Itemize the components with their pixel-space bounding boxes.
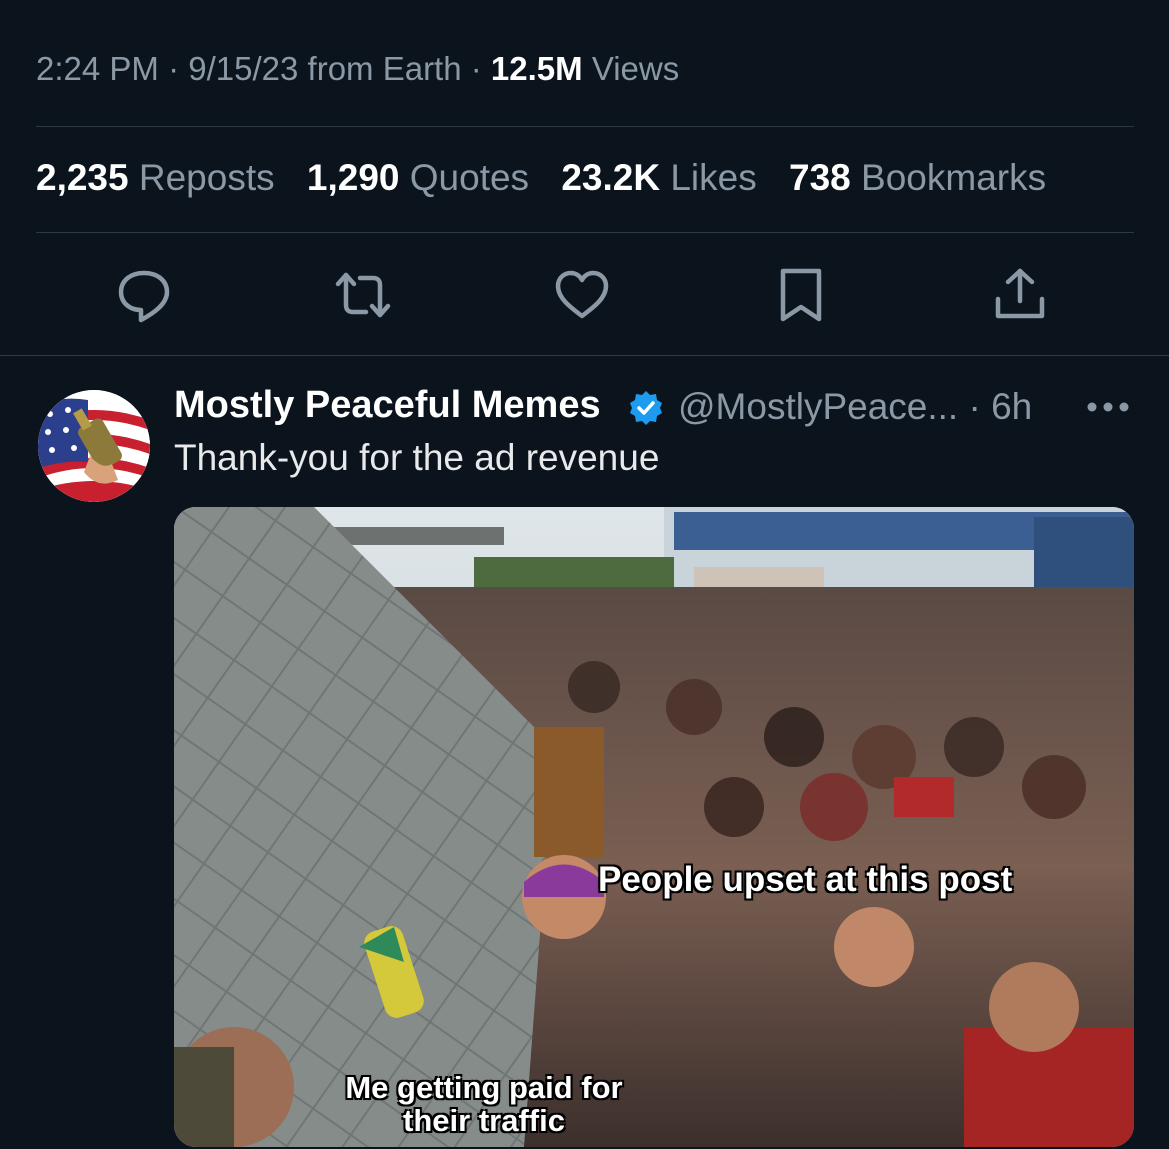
reply-button[interactable]: [111, 262, 177, 328]
verified-badge-icon: [630, 391, 662, 425]
avatar[interactable]: [38, 390, 150, 502]
bookmark-button[interactable]: [768, 262, 834, 328]
meme-photo: [174, 507, 1134, 1147]
bookmark-icon: [780, 268, 822, 322]
divider: [0, 355, 1169, 356]
divider: [36, 232, 1134, 233]
views-label: Views: [591, 50, 680, 87]
tweet-date[interactable]: 9/15/23: [188, 50, 298, 87]
display-name[interactable]: Mostly Peaceful Memes: [174, 384, 601, 427]
bookmarks-stat[interactable]: 738 Bookmarks: [789, 157, 1046, 198]
tweet-text: Thank-you for the ad revenue: [174, 437, 660, 478]
handle-separator: ·: [968, 386, 992, 427]
tweet-media[interactable]: People upset at this post Me getting pai…: [174, 507, 1134, 1147]
action-bar: [0, 262, 1169, 328]
flag-logo-image: [38, 390, 150, 502]
tweet-meta: 2:24 PM · 9/15/23 from Earth · 12.5M Vie…: [36, 50, 679, 88]
like-button[interactable]: [549, 262, 615, 328]
like-icon: [555, 270, 609, 319]
caption-top: People upset at this post: [598, 860, 1013, 899]
reply-icon: [118, 270, 170, 323]
repost-button[interactable]: [330, 262, 396, 328]
likes-stat[interactable]: 23.2K Likes: [561, 157, 756, 198]
tweet-time: 2:24 PM: [36, 50, 159, 87]
tweet-source: from Earth: [307, 50, 462, 87]
quotes-stat[interactable]: 1,290 Quotes: [307, 157, 529, 198]
share-icon: [995, 268, 1045, 319]
share-button[interactable]: [987, 262, 1053, 328]
more-options-icon[interactable]: [1086, 400, 1130, 414]
handle-and-age: @MostlyPeace... · 6h: [678, 386, 1032, 428]
meta-separator: ·: [168, 50, 189, 87]
divider: [36, 126, 1134, 127]
caption-bottom: Me getting paid for their traffic: [345, 1070, 623, 1138]
reposts-stat[interactable]: 2,235 Reposts: [36, 157, 275, 198]
meta-separator: ·: [470, 50, 491, 87]
engagement-stats: 2,235 Reposts 1,290 Quotes 23.2K Likes 7…: [36, 157, 1068, 199]
views-count: 12.5M: [490, 50, 583, 87]
user-handle[interactable]: @MostlyPeace...: [678, 386, 958, 427]
repost-icon: [335, 272, 391, 318]
tweet-age[interactable]: 6h: [991, 386, 1032, 427]
